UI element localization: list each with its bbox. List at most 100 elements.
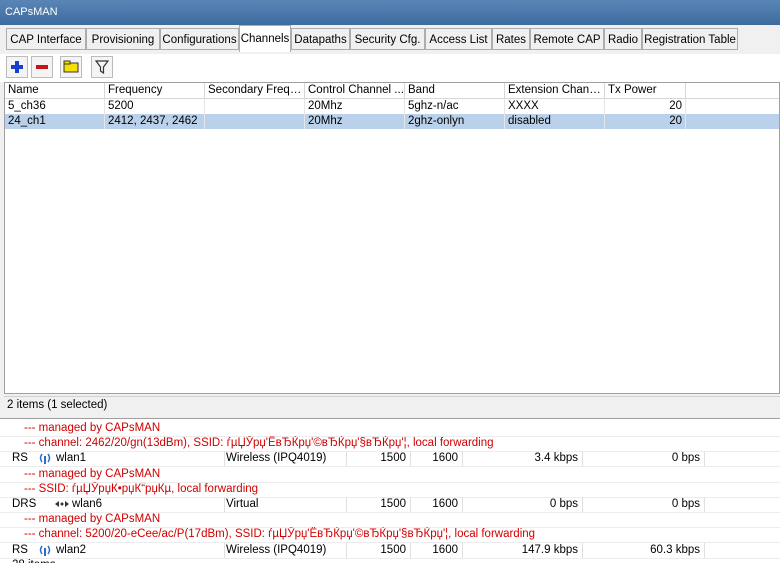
column-divider bbox=[224, 497, 225, 512]
cell-band: 5ghz-n/ac bbox=[405, 99, 505, 114]
interface-mtu: 1500 bbox=[380, 543, 406, 556]
column-divider bbox=[346, 497, 347, 512]
wireless-icon bbox=[38, 543, 54, 558]
minus-icon bbox=[36, 65, 48, 69]
interface-rx: 60.3 kbps bbox=[650, 543, 700, 556]
column-divider bbox=[704, 497, 705, 512]
interface-row[interactable]: RS wlan1 Wireless (IPQ4019) 1500 1600 3.4 kbp… bbox=[0, 451, 780, 468]
interface-comment: --- channel: 5200/20-eCee/ac/P(17dBm), S… bbox=[0, 527, 780, 544]
table-row[interactable]: 24_ch1 2412, 2437, 2462 20Mhz 2ghz-onlyn dis… bbox=[5, 114, 779, 129]
interface-comment: --- SSID: ѓµЏЎрџК•рџК“рџКµ, local forwar… bbox=[0, 482, 780, 498]
column-divider bbox=[704, 451, 705, 467]
column-header-extension-channel[interactable]: Extension Channel bbox=[505, 83, 605, 98]
table-row[interactable]: 5_ch36 5200 20Mhz 5ghz-n/ac XXXX 20 bbox=[5, 99, 779, 114]
column-divider bbox=[582, 497, 583, 512]
interface-type: Wireless (IPQ4019) bbox=[226, 543, 327, 556]
column-divider bbox=[224, 542, 225, 558]
interface-type: Virtual bbox=[226, 498, 259, 510]
cell-control: 20Mhz bbox=[305, 114, 405, 129]
interface-count: 28 items bbox=[0, 558, 780, 563]
interface-mtu: 1500 bbox=[380, 452, 406, 465]
tab-datapaths[interactable]: Datapaths bbox=[291, 28, 350, 50]
tab-rates[interactable]: Rates bbox=[492, 28, 530, 50]
cell-secondary bbox=[205, 114, 305, 129]
tab-access-list[interactable]: Access List bbox=[425, 28, 492, 50]
tab-radio[interactable]: Radio bbox=[604, 28, 642, 50]
interface-row[interactable]: RS wlan2 Wireless (IPQ4019) 1500 1600 147.9 k… bbox=[0, 542, 780, 559]
cell-name: 24_ch1 bbox=[5, 114, 105, 129]
interface-name: wlan1 bbox=[56, 452, 87, 465]
interface-rx: 0 bps bbox=[671, 498, 700, 510]
column-header-band[interactable]: Band bbox=[405, 83, 505, 98]
column-header-secondary-frequency[interactable]: Secondary Freque... bbox=[205, 83, 305, 98]
tab-provisioning[interactable]: Provisioning bbox=[86, 28, 160, 50]
tab-registration-table[interactable]: Registration Table bbox=[642, 28, 738, 50]
tab-security-cfg[interactable]: Security Cfg. bbox=[350, 28, 425, 50]
interface-tx: 147.9 kbps bbox=[521, 543, 578, 556]
cell-txpower: 20 bbox=[605, 114, 686, 129]
window-title-bar: CAPsMAN bbox=[0, 0, 780, 25]
column-divider bbox=[410, 497, 411, 512]
column-divider bbox=[462, 451, 463, 467]
column-divider bbox=[346, 451, 347, 467]
column-header-frequency[interactable]: Frequency bbox=[105, 83, 205, 98]
interface-tx: 3.4 kbps bbox=[534, 452, 578, 465]
column-header-name[interactable]: Name bbox=[5, 83, 105, 98]
column-divider bbox=[462, 497, 463, 512]
table-header: Name Frequency Secondary Freque... Contr… bbox=[5, 83, 779, 99]
column-header-control-channel[interactable]: Control Channel ... bbox=[305, 83, 405, 98]
tab-bar: CAP Interface Provisioning Configurations C… bbox=[0, 25, 780, 52]
virtual-icon bbox=[54, 497, 70, 512]
comment-icon bbox=[63, 60, 79, 73]
interface-name: wlan2 bbox=[56, 543, 87, 556]
add-button[interactable] bbox=[6, 56, 28, 78]
column-divider bbox=[410, 451, 411, 467]
cell-secondary bbox=[205, 99, 305, 114]
column-divider bbox=[224, 451, 225, 467]
comment-text: --- channel: 2462/20/gn(13dBm), SSID: ѓµ… bbox=[24, 437, 494, 450]
column-divider bbox=[582, 451, 583, 467]
filter-button[interactable] bbox=[91, 56, 113, 78]
interface-list: --- managed by CAPsMAN --- channel: 2462/… bbox=[0, 418, 780, 563]
column-header-tx-power[interactable]: Tx Power bbox=[605, 83, 686, 98]
interface-comment: --- managed by CAPsMAN bbox=[0, 512, 780, 529]
item-count: 2 items (1 selected) bbox=[7, 399, 108, 411]
interface-mtu: 1500 bbox=[380, 498, 406, 510]
interface-tx: 0 bps bbox=[549, 498, 578, 510]
comment-button[interactable] bbox=[60, 56, 82, 78]
cell-frequency: 2412, 2437, 2462 bbox=[105, 114, 205, 129]
cell-control: 20Mhz bbox=[305, 99, 405, 114]
plus-icon bbox=[11, 61, 23, 73]
interface-type: Wireless (IPQ4019) bbox=[226, 452, 327, 465]
interface-comment: --- managed by CAPsMAN bbox=[0, 421, 780, 437]
window-title: CAPsMAN bbox=[5, 6, 58, 18]
interface-count-text: 28 items bbox=[12, 558, 212, 563]
comment-text: --- SSID: ѓµЏЎрџК•рџК“рџКµ, local forwar… bbox=[24, 482, 259, 495]
tab-remote-cap[interactable]: Remote CAP bbox=[530, 28, 604, 50]
tab-channels[interactable]: Channels bbox=[239, 25, 291, 52]
cell-extension: disabled bbox=[505, 114, 605, 129]
column-divider bbox=[462, 542, 463, 558]
cell-name: 5_ch36 bbox=[5, 99, 105, 114]
interface-comment: --- managed by CAPsMAN bbox=[0, 467, 780, 483]
interface-comment: --- channel: 2462/20/gn(13dBm), SSID: ѓµ… bbox=[0, 436, 780, 453]
interface-flags: DRS bbox=[12, 498, 37, 510]
interface-l2mtu: 1600 bbox=[432, 498, 458, 510]
column-divider bbox=[582, 542, 583, 558]
interface-l2mtu: 1600 bbox=[432, 543, 458, 556]
interface-row[interactable]: DRS wlan6 Virtual 1500 1600 0 bps 0 bps bbox=[0, 497, 780, 513]
wireless-icon bbox=[38, 451, 54, 466]
channels-table: Name Frequency Secondary Freque... Contr… bbox=[4, 82, 780, 394]
comment-text: --- managed by CAPsMAN bbox=[24, 467, 161, 480]
comment-text: --- managed by CAPsMAN bbox=[24, 513, 161, 526]
cell-extension: XXXX bbox=[505, 99, 605, 114]
filter-icon bbox=[95, 60, 109, 74]
status-bar: 2 items (1 selected) bbox=[4, 396, 780, 416]
column-divider bbox=[704, 542, 705, 558]
interface-l2mtu: 1600 bbox=[432, 452, 458, 465]
remove-button[interactable] bbox=[31, 56, 53, 78]
column-divider bbox=[410, 542, 411, 558]
tab-configurations[interactable]: Configurations bbox=[160, 28, 239, 50]
interface-name: wlan6 bbox=[72, 498, 103, 510]
tab-cap-interface[interactable]: CAP Interface bbox=[6, 28, 86, 50]
